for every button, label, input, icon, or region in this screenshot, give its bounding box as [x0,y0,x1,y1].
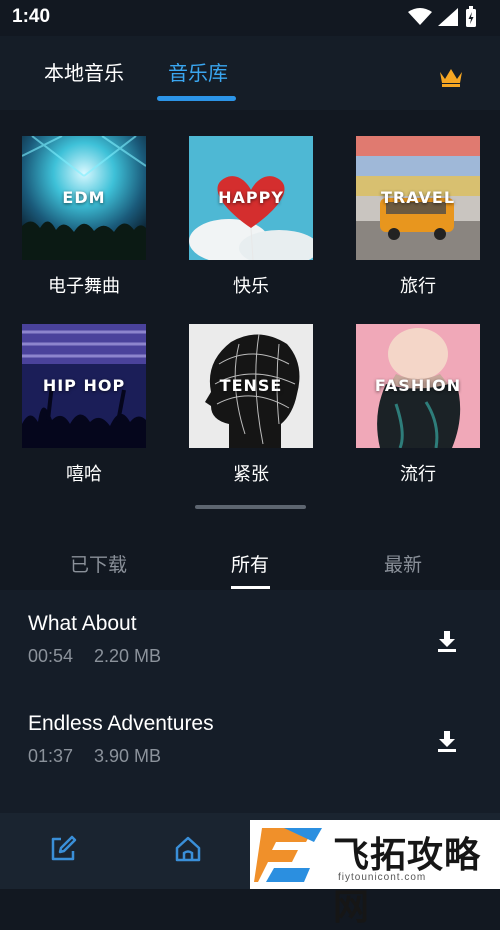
watermark-url: fiytounicont.com [338,872,427,883]
tab-downloaded[interactable]: 已下载 [70,550,127,577]
track-title: Endless Adventures [28,712,214,735]
track-size: 2.20 MB [94,646,162,666]
genre-label: 电子舞曲 [48,276,120,296]
genre-label: 快乐 [233,276,269,296]
page-indicator [195,505,306,509]
genre-overlay-text: TENSE [219,376,283,395]
genre-label: 旅行 [400,276,436,296]
genre-overlay-text: HAPPY [218,188,284,207]
tab-all[interactable]: 所有 [231,550,269,577]
genre-card-tense[interactable]: TENSE 紧张 [189,324,313,486]
genre-thumb: TRAVEL [356,136,480,260]
track-row[interactable]: What About 00:54 2.20 MB [0,590,500,690]
status-bar: 1:40 [0,0,500,36]
status-icons [408,6,476,27]
genre-overlay-text: EDM [62,188,106,207]
genre-overlay-text: FASHION [374,376,462,395]
tab-indicator [157,96,236,101]
track-list: What About 00:54 2.20 MB Endless Adventu… [0,590,500,813]
genre-card-travel[interactable]: TRAVEL 旅行 [356,136,480,298]
edit-icon[interactable] [47,833,79,865]
track-duration: 01:37 [28,746,74,766]
tab-music-library[interactable]: 音乐库 [168,57,228,86]
genre-thumb: TENSE [189,324,313,448]
header: 本地音乐 音乐库 [0,36,500,110]
track-row[interactable]: Endless Adventures 01:37 3.90 MB [0,690,500,790]
track-size: 3.90 MB [94,746,162,766]
genre-thumb: HAPPY [189,136,313,260]
genre-label: 嘻哈 [66,464,102,484]
genre-label: 流行 [400,464,436,484]
download-icon[interactable] [436,729,458,753]
filter-tabs: 已下载 所有 最新 [0,530,500,590]
filter-tab-indicator [231,586,270,589]
genre-card-fashion[interactable]: FASHION 流行 [356,324,480,486]
home-icon[interactable] [172,833,204,865]
genre-card-edm[interactable]: EDM 电子舞曲 [22,136,146,298]
tab-latest[interactable]: 最新 [384,550,422,577]
genre-thumb: EDM [22,136,146,260]
signal-icon [438,8,458,26]
watermark: 飞拓攻略网 fiytounicont.com [250,820,500,928]
genre-overlay-text: HIP HOP [42,376,126,395]
status-time: 1:40 [12,6,51,27]
genre-thumb: FASHION [356,324,480,448]
wifi-icon [408,8,432,25]
crown-icon[interactable] [438,66,464,88]
tab-local-music[interactable]: 本地音乐 [44,57,124,86]
track-title: What About [28,612,137,635]
genre-grid: EDM 电子舞曲 HAPPY 快乐 TRAVEL 旅行 HIP HOP 嘻哈 T… [0,110,500,530]
genre-card-happy[interactable]: HAPPY 快乐 [189,136,313,298]
watermark-logo [254,828,322,882]
genre-card-hiphop[interactable]: HIP HOP 嘻哈 [22,324,146,486]
download-icon[interactable] [436,629,458,653]
genre-label: 紧张 [233,464,269,484]
genre-thumb: HIP HOP [22,324,146,448]
genre-overlay-text: TRAVEL [380,188,456,207]
track-duration: 00:54 [28,646,74,666]
